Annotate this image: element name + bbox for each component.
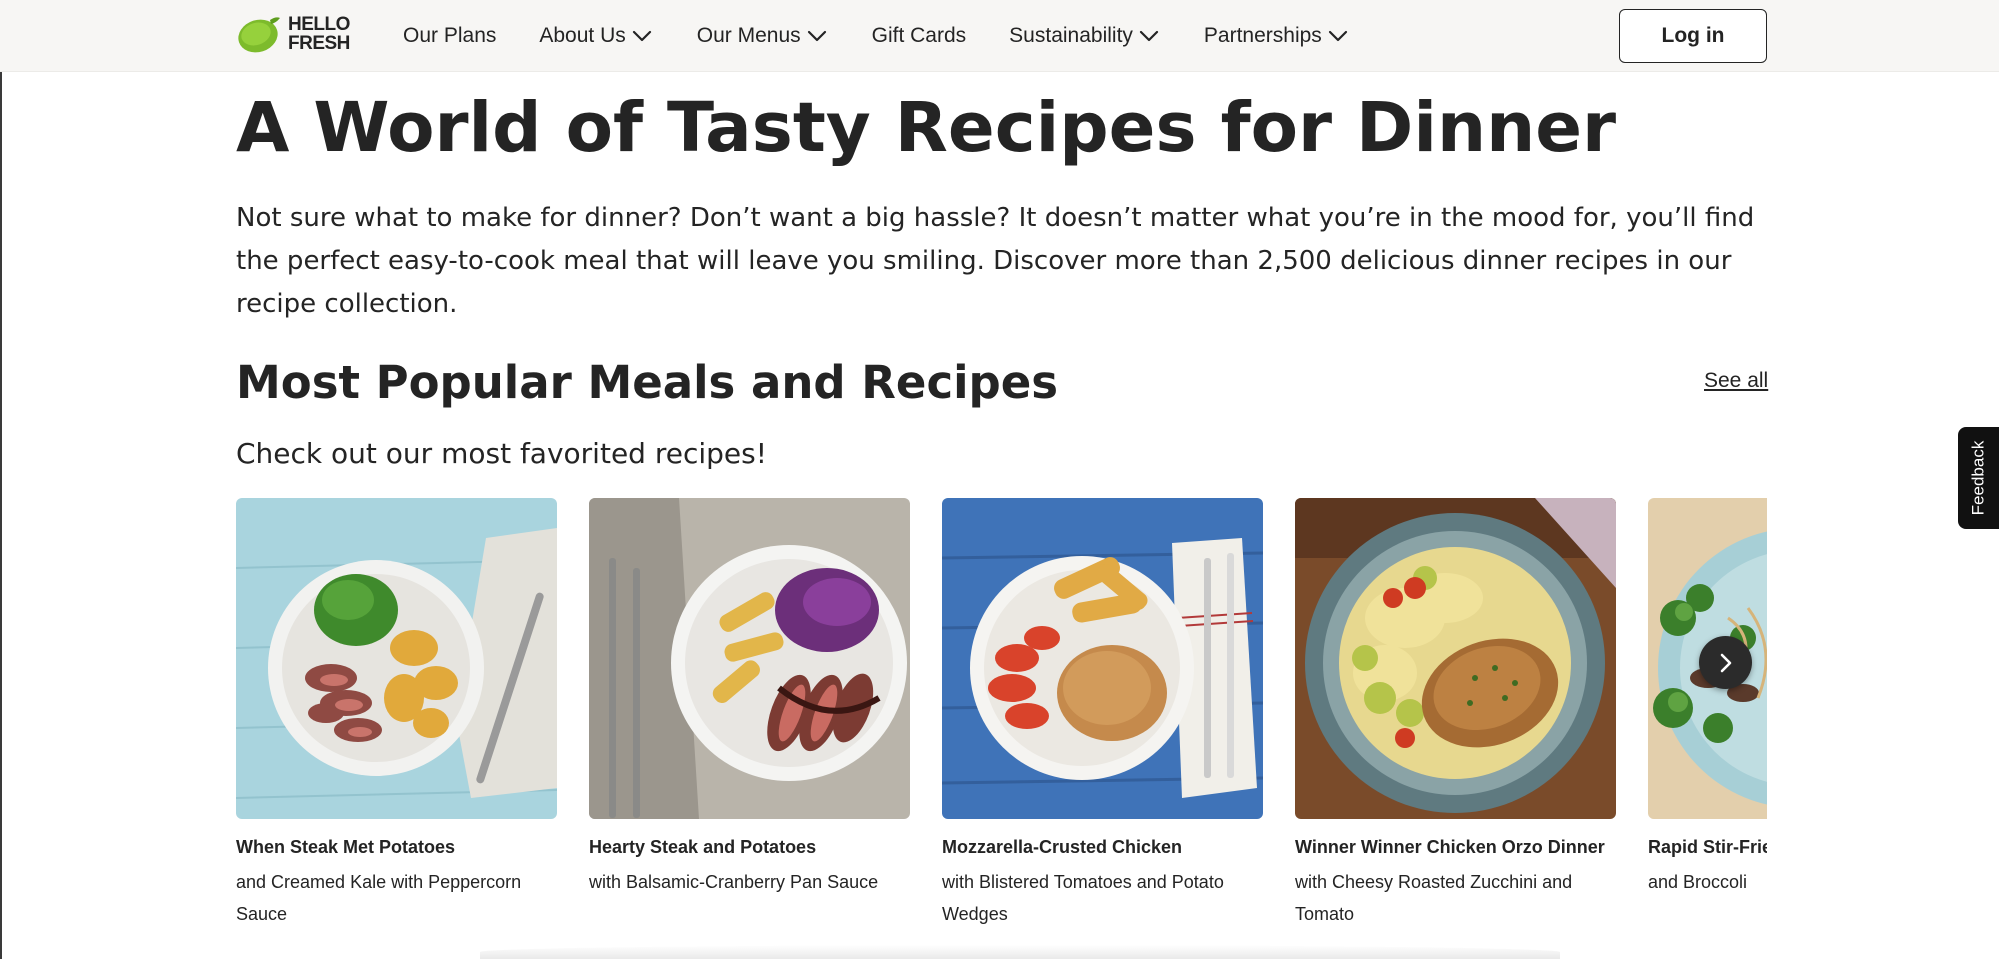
top-navigation: HELLO FRESH Our Plans About Us Our Menus… <box>0 0 1999 72</box>
nav-label: Our Plans <box>403 24 497 47</box>
chevron-down-icon <box>1328 30 1347 42</box>
page-intro: Not sure what to make for dinner? Don’t … <box>236 203 1755 319</box>
nav-label: Gift Cards <box>871 24 967 47</box>
recipe-title: Rapid Stir-Fried Beef <box>1648 837 1767 857</box>
nav-label: About Us <box>539 24 626 47</box>
carousel-next-button[interactable] <box>1699 636 1752 689</box>
recipe-subtitle: with Cheesy Roasted Zucchini and Tomato <box>1295 872 1573 924</box>
recipe-image <box>589 498 910 819</box>
recipe-card[interactable]: Mozzarella-Crusted Chicken with Blistere… <box>942 498 1263 930</box>
chevron-down-icon <box>632 30 651 42</box>
recipe-subtitle: with Balsamic-Cranberry Pan Sauce <box>589 872 879 892</box>
nav-label: Our Menus <box>696 24 801 47</box>
see-all-link[interactable]: See all <box>1704 369 1768 393</box>
chevron-right-icon <box>1720 653 1731 672</box>
logo-wordmark: HELLO FRESH <box>288 15 350 53</box>
logo-line-1: HELLO <box>288 14 350 35</box>
recipe-subtitle: with Blistered Tomatoes and Potato Wedge… <box>942 872 1224 924</box>
recipe-card[interactable]: Rapid Stir-Fried Beef and Broccoli <box>1648 498 1767 898</box>
recipe-title: When Steak Met Potatoes <box>236 837 456 857</box>
bottom-shadow <box>480 945 1560 959</box>
nav-our-plans[interactable]: Our Plans <box>403 24 496 48</box>
section-subtitle: Check out our most favorited recipes! <box>236 437 767 470</box>
nav-our-menus[interactable]: Our Menus <box>697 24 829 48</box>
section-title: Most Popular Meals and Recipes <box>236 356 1059 409</box>
logo-line-2: FRESH <box>288 33 350 54</box>
recipe-image <box>942 498 1263 819</box>
hellofresh-logo[interactable]: HELLO FRESH <box>236 14 350 54</box>
recipe-card[interactable]: Winner Winner Chicken Orzo Dinner with C… <box>1295 498 1616 930</box>
chevron-down-icon <box>1139 30 1159 42</box>
lime-logo-icon <box>238 17 280 53</box>
page-title: A World of Tasty Recipes for Dinner <box>236 88 1617 168</box>
nav-gift-cards[interactable]: Gift Cards <box>872 24 967 48</box>
nav-label: Partnerships <box>1203 24 1322 47</box>
nav-sustainability[interactable]: Sustainability <box>1009 24 1161 48</box>
recipe-image <box>236 498 557 819</box>
login-button[interactable]: Log in <box>1619 9 1767 63</box>
nav-partnerships[interactable]: Partnerships <box>1204 24 1350 48</box>
recipe-card[interactable]: Hearty Steak and Potatoes with Balsamic-… <box>589 498 910 898</box>
feedback-label: Feedback <box>1968 440 1988 516</box>
nav-about-us[interactable]: About Us <box>539 24 653 48</box>
recipe-subtitle: and Creamed Kale with Peppercorn Sauce <box>236 872 522 924</box>
recipe-subtitle: and Broccoli <box>1648 872 1748 892</box>
window-edge <box>0 72 2 959</box>
recipe-card[interactable]: When Steak Met Potatoes and Creamed Kale… <box>236 498 557 930</box>
recipe-title: Mozzarella-Crusted Chicken <box>942 837 1183 857</box>
main-nav: Our Plans About Us Our Menus Gift Cards … <box>403 0 1350 72</box>
recipe-carousel: When Steak Met Potatoes and Creamed Kale… <box>236 498 1767 938</box>
recipe-title: Hearty Steak and Potatoes <box>589 837 817 857</box>
recipe-title: Winner Winner Chicken Orzo Dinner <box>1295 837 1605 857</box>
feedback-tab[interactable]: Feedback <box>1958 427 1999 529</box>
recipe-image <box>1295 498 1616 819</box>
nav-label: Sustainability <box>1009 24 1133 47</box>
chevron-down-icon <box>807 30 826 42</box>
